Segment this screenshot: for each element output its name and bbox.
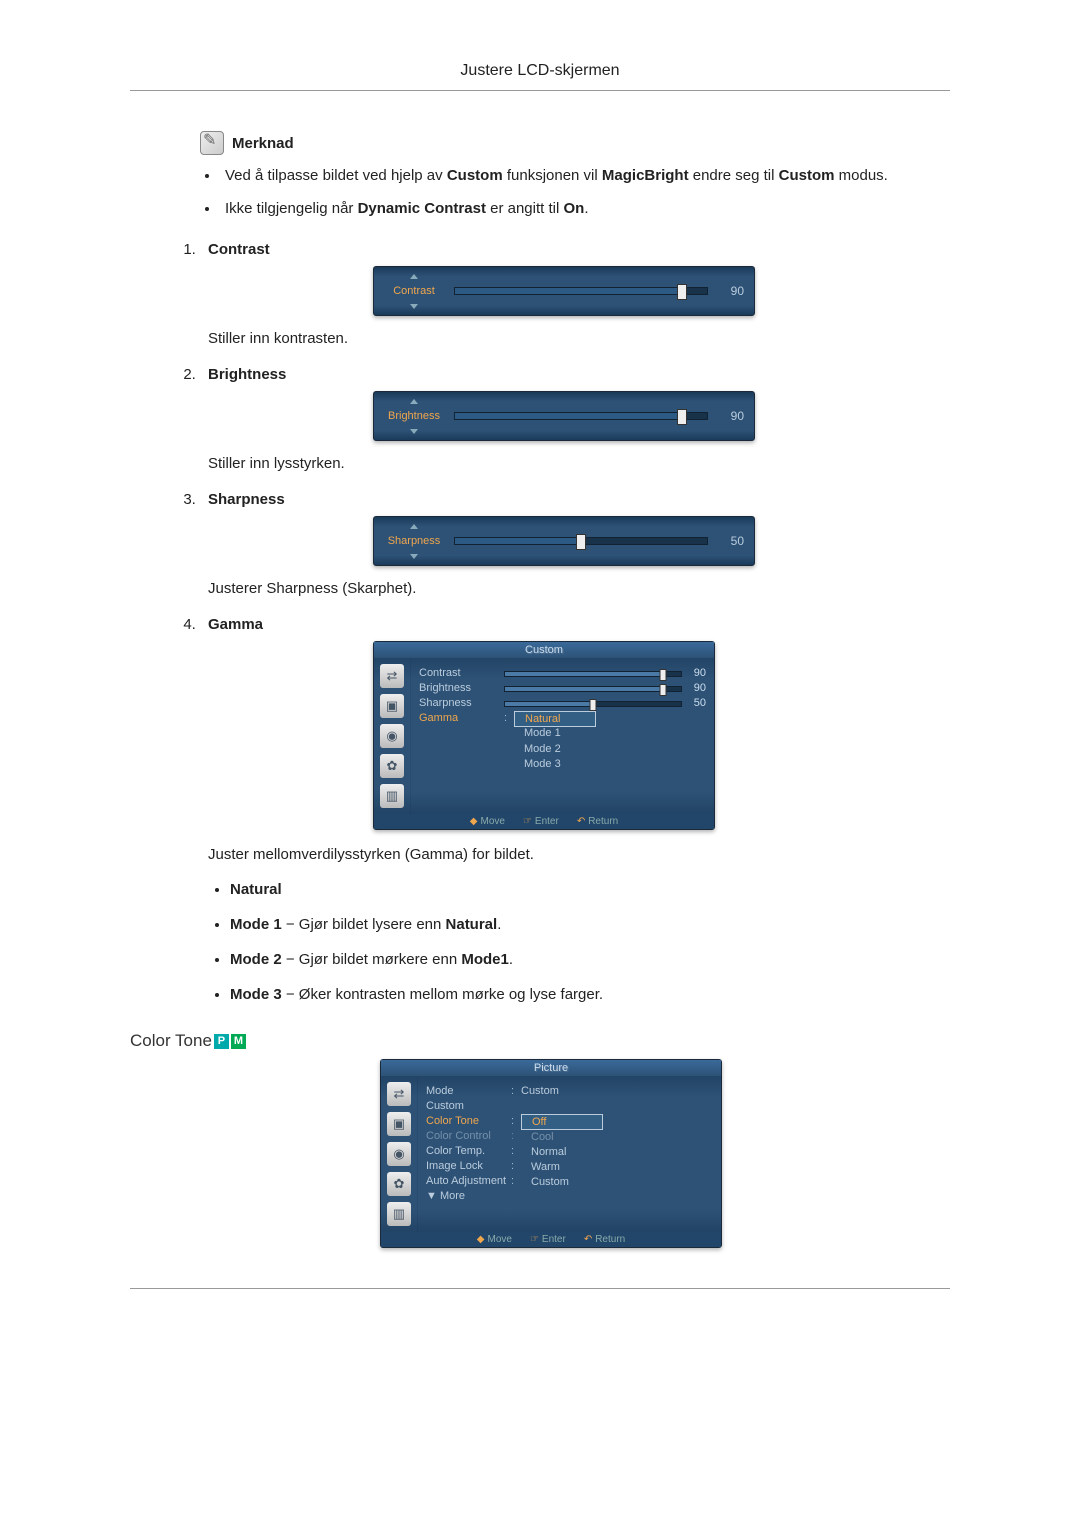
multi-icon: ▥ [380, 784, 404, 808]
osd-gamma-panel: Custom ⇄ ▣ ◉ ✿ ▥ Contrast90 Brightness90… [373, 641, 715, 830]
setup-icon: ✿ [387, 1172, 411, 1196]
multi-icon: ▥ [387, 1202, 411, 1226]
slider-label: Sharpness [374, 534, 454, 549]
p-badge-icon: P [214, 1034, 229, 1049]
note-bullet: Ved å tilpasse bildet ved hjelp av Custo… [220, 165, 950, 186]
osd-sharpness-slider: Sharpness 50 [373, 516, 755, 566]
page-header: Justere LCD-skjermen [130, 60, 950, 91]
slider-label: Brightness [374, 409, 454, 424]
note-header: Merknad [200, 131, 950, 155]
m-badge-icon: M [231, 1034, 246, 1049]
item-label: Gamma [208, 616, 263, 633]
slider-value: 90 [718, 408, 744, 425]
setup-icon: ✿ [380, 754, 404, 778]
picture-icon: ▣ [387, 1112, 411, 1136]
item-desc: Stiller inn kontrasten. [208, 328, 950, 349]
gamma-sublist: Natural Mode 1 − Gjør bildet lysere enn … [230, 879, 950, 1005]
note-bullet: Ikke tilgjengelig når Dynamic Contrast e… [220, 198, 950, 219]
panel-title: Custom [374, 642, 714, 658]
item-label: Brightness [208, 366, 286, 383]
gamma-option: Natural [514, 711, 596, 727]
input-icon: ⇄ [380, 664, 404, 688]
slider-value: 90 [718, 283, 744, 300]
sound-icon: ◉ [380, 724, 404, 748]
section-heading-color-tone: Color Tone P M [130, 1029, 950, 1053]
panel-title: Picture [381, 1060, 721, 1076]
panel-icon-strip: ⇄ ▣ ◉ ✿ ▥ [374, 658, 411, 814]
input-icon: ⇄ [387, 1082, 411, 1106]
picture-icon: ▣ [380, 694, 404, 718]
list-item: Gamma Custom ⇄ ▣ ◉ ✿ ▥ Contrast90 Bright… [200, 614, 950, 1005]
slider-label: Contrast [374, 284, 454, 299]
numbered-list: Contrast Contrast 90 Stiller inn kontras… [200, 239, 950, 1005]
item-label: Sharpness [208, 491, 285, 508]
osd-color-tone-panel: Picture ⇄ ▣ ◉ ✿ ▥ Mode:Custom Custom Col… [380, 1059, 722, 1248]
slider-value: 50 [718, 533, 744, 550]
note-bullets: Ved å tilpasse bildet ved hjelp av Custo… [220, 165, 950, 219]
list-item: Brightness Brightness 90 Stiller inn lys… [200, 364, 950, 474]
osd-brightness-slider: Brightness 90 [373, 391, 755, 441]
item-desc: Stiller inn lysstyrken. [208, 453, 950, 474]
note-title: Merknad [232, 133, 294, 154]
osd-contrast-slider: Contrast 90 [373, 266, 755, 316]
list-item: Sharpness Sharpness 50 Justerer Sharpnes… [200, 489, 950, 599]
panel-icon-strip: ⇄ ▣ ◉ ✿ ▥ [381, 1076, 418, 1232]
list-item: Contrast Contrast 90 Stiller inn kontras… [200, 239, 950, 349]
note-icon [200, 131, 224, 155]
item-label: Contrast [208, 241, 270, 258]
item-desc: Justerer Sharpness (Skarphet). [208, 578, 950, 599]
sound-icon: ◉ [387, 1142, 411, 1166]
item-desc: Juster mellomverdilysstyrken (Gamma) for… [208, 844, 950, 865]
